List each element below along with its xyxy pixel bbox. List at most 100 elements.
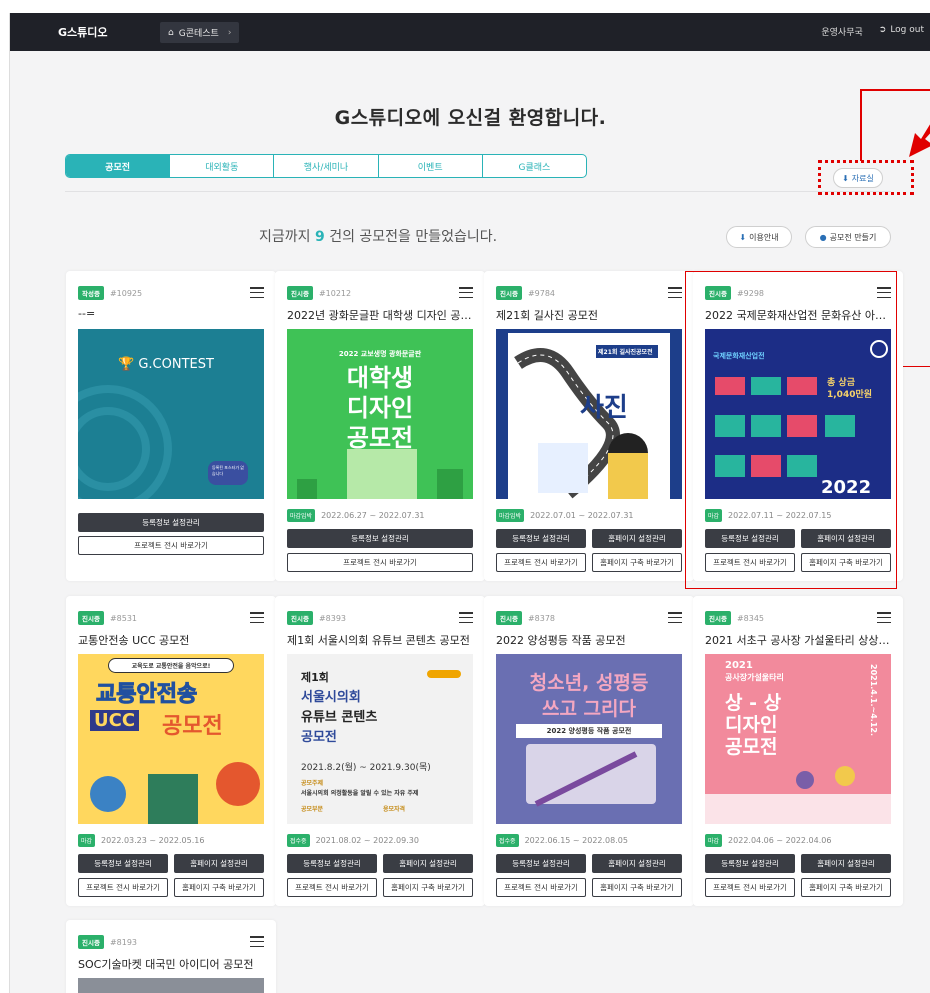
homepage-build-link[interactable]: 홈페이지 구축 바로가기 xyxy=(801,878,891,897)
contest-id: #8393 xyxy=(318,613,347,623)
project-exhibit-link[interactable]: 프로젝트 전시 바로가기 xyxy=(496,878,586,897)
highlight-box xyxy=(685,271,897,589)
poster-headline: 공모전 xyxy=(162,714,223,739)
contest-poster[interactable]: 교육도로 교통안전을 음악으로! 교통안전송 UCC 공모전 xyxy=(78,654,264,824)
poster-period: 2021.8.2(월) ~ 2021.9.30(목) xyxy=(301,763,431,773)
deadline-badge: 마감임박 xyxy=(287,508,316,522)
contest-title[interactable]: 교통안전송 UCC 공모전 xyxy=(78,632,264,648)
homepage-settings-button[interactable]: 홈페이지 설정관리 xyxy=(801,854,891,873)
poster-qualification: 응모자격 xyxy=(383,806,406,813)
contest-title[interactable]: 제21회 길사진 공모전 xyxy=(496,307,682,323)
breadcrumb[interactable]: ⌂ G콘테스트 › xyxy=(160,22,240,43)
contest-poster[interactable]: 청소년, 성평등 쓰고 그리다 2022 양성평등 작품 공모전 xyxy=(496,654,682,824)
contest-title[interactable]: 2021 서초구 공사장 가설울타리 상상… xyxy=(705,632,891,648)
homepage-build-link[interactable]: 홈페이지 구축 바로가기 xyxy=(383,878,473,897)
contest-poster[interactable]: 2021 공사장가설울타리 상 - 상 디자인 공모전 2021.4.1.~4.… xyxy=(705,654,891,824)
contest-title[interactable]: 2022년 광화문글판 대학생 디자인 공… xyxy=(287,307,473,323)
deadline-badge: 접수중 xyxy=(287,833,310,847)
menu-icon[interactable] xyxy=(250,287,264,298)
registration-settings-button[interactable]: 등록정보 설정관리 xyxy=(287,529,473,548)
contest-poster[interactable]: 2022 교보생명 광화문글판 대학생 디자인 공모전 xyxy=(287,329,473,499)
menu-icon[interactable] xyxy=(459,612,473,623)
project-exhibit-link[interactable]: 프로젝트 전시 바로가기 xyxy=(287,553,473,572)
user-name[interactable]: 운영사무국 xyxy=(821,25,862,38)
tab-activities[interactable]: 대외활동 xyxy=(170,155,275,177)
contest-card: 진시중 #8393 제1회 서울시의회 유튜브 콘텐츠 공모전 제1회 서울시의… xyxy=(275,596,485,906)
contest-id: #8345 xyxy=(736,613,765,623)
project-exhibit-link[interactable]: 프로젝트 전시 바로가기 xyxy=(287,878,377,897)
menu-icon[interactable] xyxy=(668,612,682,623)
contest-poster[interactable]: 제21회 길사진공모전 사진 xyxy=(496,329,682,499)
registration-settings-button[interactable]: 등록정보 설정관리 xyxy=(496,529,586,548)
create-contest-button[interactable]: ● 공모전 만들기 xyxy=(805,226,891,248)
registration-settings-button[interactable]: 등록정보 설정관리 xyxy=(78,854,168,873)
homepage-build-link[interactable]: 홈페이지 구축 바로가기 xyxy=(174,878,264,897)
menu-icon[interactable] xyxy=(668,287,682,298)
menu-icon[interactable] xyxy=(459,287,473,298)
summary-prefix: 지금까지 xyxy=(259,229,311,245)
tab-event[interactable]: 이벤트 xyxy=(379,155,483,177)
project-exhibit-link[interactable]: 프로젝트 전시 바로가기 xyxy=(78,536,264,555)
poster-logo xyxy=(427,670,461,678)
status-badge: 진시중 xyxy=(496,611,522,625)
poster-line: 디자인 xyxy=(725,714,778,736)
menu-icon[interactable] xyxy=(250,612,264,623)
annotation-line xyxy=(860,89,930,91)
menu-icon[interactable] xyxy=(250,936,264,947)
deadline-badge: 마감임박 xyxy=(496,508,525,522)
homepage-settings-button[interactable]: 홈페이지 설정관리 xyxy=(174,854,264,873)
poster-brand: 🏆 G.CONTEST xyxy=(118,357,214,372)
guide-button[interactable]: ⬇ 이용안내 xyxy=(726,226,792,248)
contest-card: 진시중 #8531 교통안전송 UCC 공모전 교육도로 교통안전을 음악으로!… xyxy=(66,596,276,906)
page-title: G스튜디오에 오신걸 환영합니다. xyxy=(334,107,607,129)
project-exhibit-link[interactable]: 프로젝트 전시 바로가기 xyxy=(705,878,795,897)
poster-year: 2021 xyxy=(725,660,753,671)
poster-headline: 대학생 디자인 공모전 xyxy=(287,363,473,453)
registration-settings-button[interactable]: 등록정보 설정관리 xyxy=(78,513,264,532)
homepage-settings-button[interactable]: 홈페이지 설정관리 xyxy=(592,854,682,873)
contest-poster[interactable]: 🏆 G.CONTEST 등록된 포스터가 없습니다 xyxy=(78,329,264,499)
homepage-settings-button[interactable]: 홈페이지 설정관리 xyxy=(592,529,682,548)
tab-contest[interactable]: 공모전 xyxy=(66,155,171,177)
status-badge: 진시중 xyxy=(496,286,522,300)
project-exhibit-link[interactable]: 프로젝트 전시 바로가기 xyxy=(496,553,586,572)
poster-sign: 제21회 길사진공모전 xyxy=(596,345,658,358)
poster-caption: 등록된 포스터가 없습니다 xyxy=(212,465,244,476)
poster-line: 공모전 xyxy=(725,736,778,758)
homepage-settings-button[interactable]: 홈페이지 설정관리 xyxy=(383,854,473,873)
menu-icon[interactable] xyxy=(877,612,891,623)
status-badge: 진시중 xyxy=(287,611,313,625)
contest-title[interactable]: 2022 양성평등 작품 공모전 xyxy=(496,632,682,648)
registration-settings-button[interactable]: 등록정보 설정관리 xyxy=(705,854,795,873)
divider xyxy=(65,191,891,192)
tab-events-seminar[interactable]: 행사/세미나 xyxy=(274,155,379,177)
highlight-box-dashed xyxy=(818,160,914,195)
brand-logo[interactable]: G스튜디오 xyxy=(58,24,108,40)
create-label: 공모전 만들기 xyxy=(829,232,877,242)
registration-settings-button[interactable]: 등록정보 설정관리 xyxy=(287,854,377,873)
contest-card: 작성중 #10925 --= 🏆 G.CONTEST 등록된 포스터가 없습니다… xyxy=(66,271,276,581)
registration-settings-button[interactable]: 등록정보 설정관리 xyxy=(496,854,586,873)
poster-ribbon: 교육도로 교통안전을 음악으로! xyxy=(108,658,234,673)
tab-gclass[interactable]: G클래스 xyxy=(483,155,586,177)
homepage-build-link[interactable]: 홈페이지 구축 바로가기 xyxy=(592,553,682,572)
contest-title[interactable]: 제1회 서울시의회 유튜브 콘텐츠 공모전 xyxy=(287,632,473,648)
poster-sub: 2022 양성평등 작품 공모전 xyxy=(516,724,662,738)
homepage-build-link[interactable]: 홈페이지 구축 바로가기 xyxy=(592,878,682,897)
logout-link[interactable]: ➲ Log out xyxy=(879,25,924,38)
plus-circle-icon: ● xyxy=(819,232,827,242)
logout-label: Log out xyxy=(890,25,924,35)
poster-line: 디자인 xyxy=(346,394,414,422)
summary-suffix: 건의 공모전을 만들었습니다. xyxy=(329,229,498,245)
poster-headline: 쓰고 그리다 xyxy=(541,698,636,720)
contest-poster[interactable]: 제1회 서울시의회 유튜브 콘텐츠 공모전 2021.8.2(월) ~ 2021… xyxy=(287,654,473,824)
project-exhibit-link[interactable]: 프로젝트 전시 바로가기 xyxy=(78,878,168,897)
poster-headline: 교통안전송 xyxy=(95,682,198,708)
logout-icon: ➲ xyxy=(878,25,887,35)
chevron-right-icon: › xyxy=(227,27,232,38)
home-icon: ⌂ xyxy=(168,27,174,38)
poster-line: 서울시의회 xyxy=(301,690,361,705)
contest-poster[interactable] xyxy=(78,978,264,993)
contest-title[interactable]: --= xyxy=(78,307,264,320)
contest-title[interactable]: SOC기술마켓 대국민 아이디어 공모전 xyxy=(78,956,264,972)
